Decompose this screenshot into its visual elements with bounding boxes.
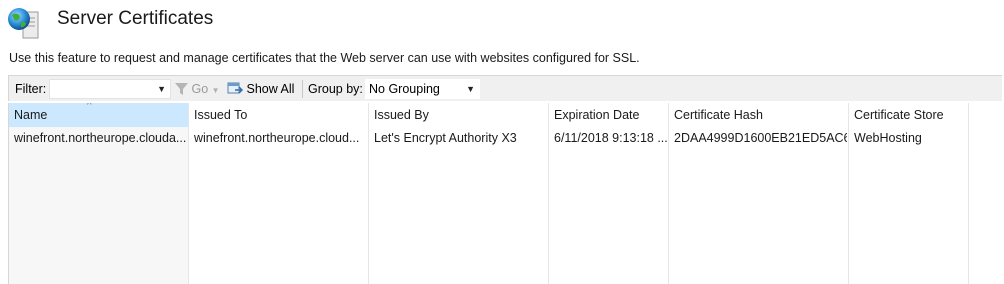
chevron-down-icon[interactable]: ▼: [466, 80, 475, 99]
go-dropdown-icon: ▼: [211, 86, 220, 95]
show-all-icon: [227, 82, 244, 94]
cell-issued-to: winefront.northeurope.cloud...: [194, 131, 360, 145]
go-button[interactable]: Go ▼: [175, 76, 220, 102]
group-by-select[interactable]: No Grouping ▼: [365, 79, 480, 99]
cell-name: winefront.northeurope.clouda...: [14, 131, 187, 145]
cell-issued-by: Let's Encrypt Authority X3: [374, 131, 517, 145]
toolbar-separator: [302, 80, 303, 98]
filter-label: Filter:: [15, 82, 47, 96]
show-all-button[interactable]: Show All: [227, 76, 294, 102]
cell-certificate-hash: 2DAA4999D1600EB21ED5AC6...: [674, 131, 847, 145]
go-label: Go: [191, 82, 209, 96]
funnel-icon: [175, 83, 188, 95]
globe-certificate-icon: [8, 8, 39, 39]
show-all-label: Show All: [246, 82, 295, 96]
column-header-label: Name: [14, 108, 48, 122]
page-title: Server Certificates: [57, 8, 214, 29]
filter-input[interactable]: ▼: [49, 79, 171, 99]
filter-toolbar: Filter: ▼ Go ▼ Show All Group by: No Gro…: [8, 75, 1002, 101]
group-by-value: No Grouping: [369, 82, 440, 96]
column-header-certificate-hash[interactable]: Certificate Hash: [669, 103, 849, 127]
column-header-issued-by[interactable]: Issued By: [369, 103, 549, 127]
certificates-table: ^ Name Issued To Issued By Expiration Da…: [8, 103, 1002, 284]
chevron-down-icon[interactable]: ▼: [157, 80, 166, 99]
page-header: Server Certificates: [0, 0, 1004, 46]
column-header-issued-to[interactable]: Issued To: [189, 103, 369, 127]
cell-expiration-date: 6/11/2018 9:13:18 ...: [554, 131, 667, 145]
group-by-label: Group by:: [308, 82, 363, 96]
column-header-certificate-store[interactable]: Certificate Store: [849, 103, 969, 127]
column-header-name[interactable]: ^ Name: [9, 103, 189, 127]
page-description: Use this feature to request and manage c…: [9, 51, 640, 65]
sort-ascending-icon: ^: [87, 103, 92, 111]
column-header-expiration-date[interactable]: Expiration Date: [549, 103, 669, 127]
cell-certificate-store: WebHosting: [854, 131, 922, 145]
